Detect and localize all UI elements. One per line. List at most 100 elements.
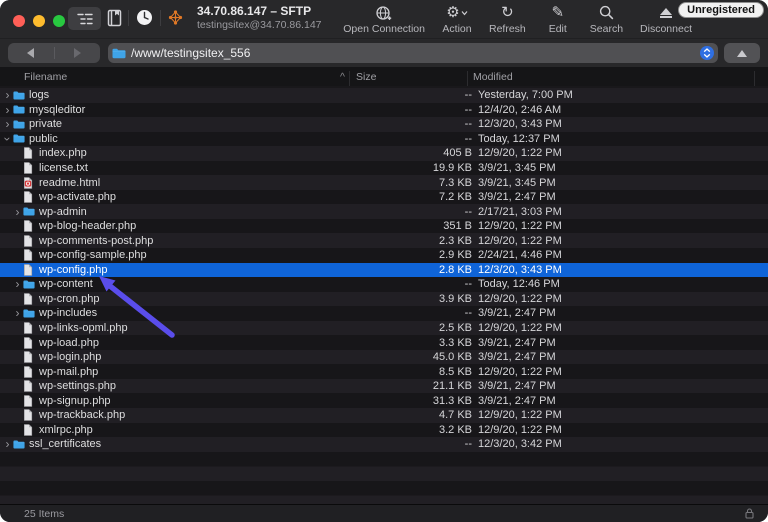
file-row[interactable]: wp-settings.php 21.1 KB 3/9/21, 2:47 PM [0,378,768,394]
file-row[interactable]: index.php 405 B 12/9/20, 1:22 PM [0,146,768,161]
action-button[interactable]: ⚙ Action [442,4,472,35]
file-row[interactable]: wp-links-opml.php 2.5 KB 12/9/20, 1:22 P… [0,320,768,336]
file-name: wp-admin [39,205,87,218]
toolbar-separator [128,10,129,26]
column-header-modified[interactable]: Modified [473,71,513,83]
file-row[interactable]: wp-load.php 3.3 KB 3/9/21, 2:47 PM [0,335,768,350]
file-size: -- [464,438,472,451]
column-divider[interactable] [754,71,755,86]
disclosure-chevron-icon[interactable]: › [3,89,12,101]
file-size: 3.2 KB [438,423,472,436]
back-forward-control [8,43,100,63]
file-name: wp-activate.php [39,191,117,204]
disclosure-chevron-icon[interactable]: › [1,134,15,143]
file-row[interactable]: wp-config.php 2.8 KB 12/3/20, 3:43 PM [0,262,768,278]
file-modified: 12/4/20, 2:46 AM [478,103,562,116]
toolbar-button-label: Search [589,23,624,35]
file-row[interactable]: wp-config-sample.php 2.9 KB 2/24/21, 4:4… [0,248,768,263]
toolbar-buttons: Open Connection ⚙ Action ↻ Refresh ✎ Edi… [343,4,692,35]
history-button[interactable] [136,9,153,26]
parent-directory-button[interactable] [724,43,760,63]
column-divider[interactable] [467,71,468,86]
folder-icon [23,278,35,290]
file-modified: 3/9/21, 2:47 PM [478,351,556,364]
minimize-window-button[interactable] [33,15,45,27]
file-row[interactable]: wp-login.php 45.0 KB 3/9/21, 2:47 PM [0,349,768,365]
zoom-window-button[interactable] [53,15,65,27]
file-size: -- [464,103,472,116]
titlebar: 34.70.86.147 – SFTP testingsitex@34.70.8… [0,0,768,39]
disclosure-chevron-icon[interactable]: › [3,118,12,130]
folder-icon [13,104,25,116]
file-row[interactable]: › private -- 12/3/20, 3:43 PM [0,117,768,132]
path-stepper-icon[interactable] [700,46,714,60]
file-size: -- [464,278,472,291]
empty-list-area [0,451,768,505]
eject-icon [660,4,673,21]
file-name: wp-comments-post.php [39,234,154,247]
file-modified: 2/24/21, 4:46 PM [478,249,562,262]
disclosure-chevron-icon[interactable]: › [13,307,22,319]
column-header-filename[interactable]: Filename [24,71,67,83]
file-row[interactable]: › wp-content -- Today, 12:46 PM [0,277,768,292]
refresh-button[interactable]: ↻ Refresh [489,4,526,35]
file-row[interactable]: › wp-admin -- 2/17/21, 3:03 PM [0,204,768,219]
file-size: -- [464,118,472,131]
file-row[interactable]: wp-comments-post.php 2.3 KB 12/9/20, 1:2… [0,233,768,249]
column-header-size[interactable]: Size [356,71,376,83]
file-row[interactable]: wp-signup.php 31.3 KB 3/9/21, 2:47 PM [0,393,768,409]
file-name: xmlrpc.php [39,423,93,436]
file-row[interactable]: › ssl_certificates -- 12/3/20, 3:42 PM [0,437,768,452]
file-modified: Today, 12:37 PM [478,132,560,145]
pencil-icon: ✎ [551,4,565,21]
file-name: wp-includes [39,307,98,320]
current-path: /www/testingsitex_556 [131,46,251,60]
folder-icon [112,48,126,58]
file-row[interactable]: wp-trackback.php 4.7 KB 12/9/20, 1:22 PM [0,408,768,423]
disclosure-chevron-icon[interactable]: › [3,438,12,450]
disclosure-chevron-icon[interactable]: › [3,104,12,116]
file-row[interactable]: wp-cron.php 3.9 KB 12/9/20, 1:22 PM [0,291,768,307]
file-row[interactable]: › wp-includes -- 3/9/21, 2:47 PM [0,306,768,321]
toolbar-button-label: Action [442,23,472,35]
file-browser-list: › logs -- Yesterday, 7:00 PM › mysqledit… [0,86,768,505]
disclosure-chevron-icon[interactable]: › [13,206,22,218]
edit-button[interactable]: ✎ Edit [543,4,573,35]
folder-icon [13,133,25,145]
file-row[interactable]: xmlrpc.php 3.2 KB 12/9/20, 1:22 PM [0,422,768,438]
file-row[interactable]: license.txt 19.9 KB 3/9/21, 3:45 PM [0,160,768,176]
forward-button[interactable] [55,48,101,58]
bonjour-button[interactable] [167,9,184,26]
file-row[interactable]: › public -- Today, 12:37 PM [0,131,768,147]
bookmarks-button[interactable] [107,9,122,27]
column-divider[interactable] [349,71,350,86]
file-size: 45.0 KB [432,351,472,364]
unregistered-badge[interactable]: Unregistered [678,2,764,18]
back-button[interactable] [8,48,54,58]
file-row[interactable]: wp-mail.php 8.5 KB 12/9/20, 1:22 PM [0,364,768,379]
file-row[interactable]: readme.html 7.3 KB 3/9/21, 3:45 PM [0,175,768,190]
file-name: wp-links-opml.php [39,322,128,335]
document-icon [23,424,35,436]
file-name: wp-login.php [39,351,102,364]
search-button[interactable]: Search [590,4,623,35]
lock-icon [745,508,754,519]
file-row[interactable]: wp-activate.php 7.2 KB 3/9/21, 2:47 PM [0,189,768,205]
open-connection-button[interactable]: Open Connection [343,4,425,35]
back-icon [27,48,35,58]
disclosure-chevron-icon[interactable]: › [13,278,22,290]
refresh-icon: ↻ [501,4,514,21]
file-size: -- [464,307,472,320]
file-name: wp-settings.php [39,380,117,393]
file-row[interactable]: › mysqleditor -- 12/4/20, 2:46 AM [0,102,768,118]
file-modified: 3/9/21, 2:47 PM [478,394,556,407]
globe-plus-icon [375,4,393,21]
close-window-button[interactable] [13,15,25,27]
outline-view-button[interactable] [68,7,101,30]
file-row[interactable]: wp-blog-header.php 351 B 12/9/20, 1:22 P… [0,218,768,234]
file-row[interactable]: › logs -- Yesterday, 7:00 PM [0,88,768,103]
path-dropdown[interactable]: /www/testingsitex_556 [108,43,718,63]
sort-ascending-icon: ^ [340,71,345,83]
file-size: 351 B [443,220,472,233]
file-name: mysqleditor [29,103,86,116]
